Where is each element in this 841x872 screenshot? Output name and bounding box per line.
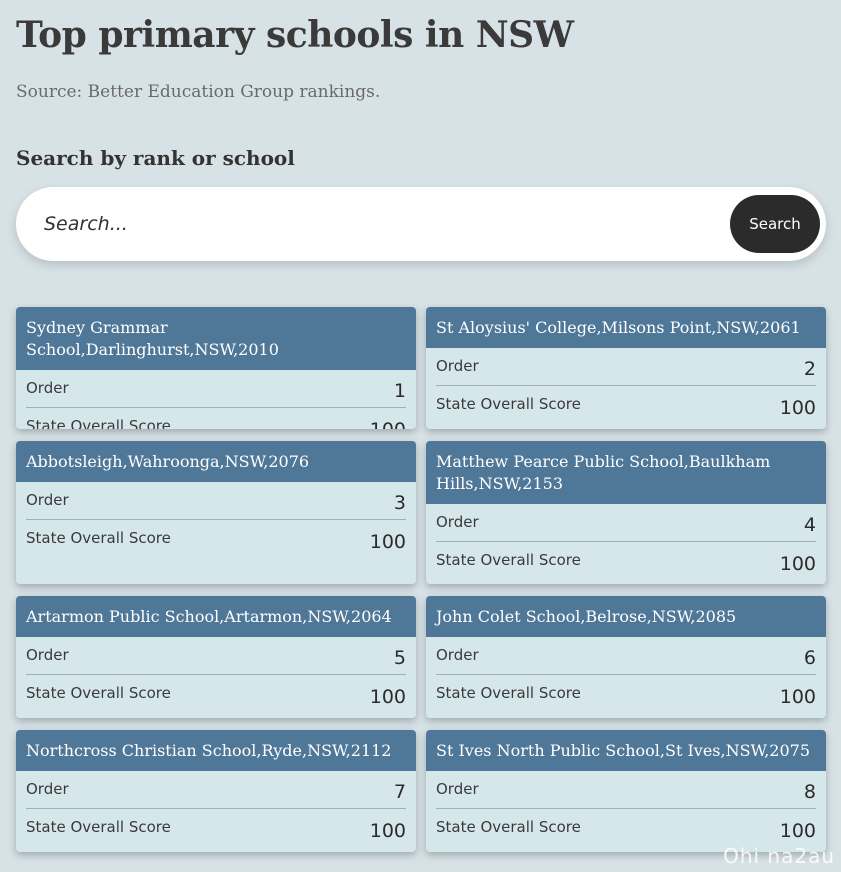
score-row: State Overall Score 100 bbox=[26, 408, 406, 429]
order-label: Order bbox=[436, 513, 479, 531]
order-value: 3 bbox=[393, 492, 406, 514]
school-name: St Ives North Public School,St Ives,NSW,… bbox=[426, 730, 826, 771]
school-name: John Colet School,Belrose,NSW,2085 bbox=[426, 596, 826, 637]
order-value: 5 bbox=[393, 647, 406, 669]
score-row: State Overall Score 100 bbox=[26, 809, 406, 847]
score-value: 100 bbox=[369, 820, 406, 842]
search-heading: Search by rank or school bbox=[16, 146, 295, 170]
score-label: State Overall Score bbox=[436, 551, 581, 569]
score-row: State Overall Score 100 bbox=[26, 520, 406, 558]
page: Top primary schools in NSW Source: Bette… bbox=[0, 0, 841, 867]
score-label: State Overall Score bbox=[436, 818, 581, 836]
search-input[interactable] bbox=[44, 204, 694, 244]
school-card[interactable]: St Ives North Public School,St Ives,NSW,… bbox=[426, 730, 826, 852]
order-row: Order 2 bbox=[436, 348, 816, 386]
school-card[interactable]: Abbotsleigh,Wahroonga,NSW,2076 Order 3 S… bbox=[16, 441, 416, 584]
score-label: State Overall Score bbox=[436, 395, 581, 413]
school-card[interactable]: John Colet School,Belrose,NSW,2085 Order… bbox=[426, 596, 826, 718]
school-card[interactable]: Artarmon Public School,Artarmon,NSW,2064… bbox=[16, 596, 416, 718]
order-row: Order 8 bbox=[436, 771, 816, 809]
order-value: 4 bbox=[803, 514, 816, 536]
order-value: 2 bbox=[803, 358, 816, 380]
source-note: Source: Better Education Group rankings. bbox=[16, 82, 381, 102]
school-name: Sydney Grammar School,Darlinghurst,NSW,2… bbox=[16, 307, 416, 370]
score-label: State Overall Score bbox=[26, 529, 171, 547]
score-value: 100 bbox=[779, 686, 816, 708]
score-value: 100 bbox=[779, 397, 816, 419]
score-value: 100 bbox=[779, 553, 816, 575]
score-row: State Overall Score 100 bbox=[436, 386, 816, 424]
order-label: Order bbox=[26, 780, 69, 798]
school-name: Matthew Pearce Public School,Baulkham Hi… bbox=[426, 441, 826, 504]
score-value: 100 bbox=[369, 686, 406, 708]
search-bar: Search bbox=[16, 187, 826, 261]
order-label: Order bbox=[436, 646, 479, 664]
school-card[interactable]: Northcross Christian School,Ryde,NSW,211… bbox=[16, 730, 416, 852]
score-label: State Overall Score bbox=[26, 684, 171, 702]
order-label: Order bbox=[436, 357, 479, 375]
order-value: 8 bbox=[803, 781, 816, 803]
order-row: Order 6 bbox=[436, 637, 816, 675]
order-value: 6 bbox=[803, 647, 816, 669]
score-row: State Overall Score 100 bbox=[436, 809, 816, 847]
school-card[interactable]: St Aloysius' College,Milsons Point,NSW,2… bbox=[426, 307, 826, 429]
order-row: Order 7 bbox=[26, 771, 406, 809]
school-card[interactable]: Sydney Grammar School,Darlinghurst,NSW,2… bbox=[16, 307, 416, 429]
school-name: Abbotsleigh,Wahroonga,NSW,2076 bbox=[16, 441, 416, 482]
school-name: Artarmon Public School,Artarmon,NSW,2064 bbox=[16, 596, 416, 637]
page-title: Top primary schools in NSW bbox=[16, 14, 574, 56]
order-label: Order bbox=[26, 379, 69, 397]
score-label: State Overall Score bbox=[26, 417, 171, 429]
score-value: 100 bbox=[370, 419, 406, 429]
score-row: State Overall Score 100 bbox=[26, 675, 406, 713]
order-row: Order 3 bbox=[26, 482, 406, 520]
order-value: 7 bbox=[393, 781, 406, 803]
order-value: 1 bbox=[393, 380, 406, 402]
order-label: Order bbox=[26, 491, 69, 509]
score-row: State Overall Score 100 bbox=[436, 675, 816, 713]
score-value: 100 bbox=[779, 820, 816, 842]
watermark: Ohi na2au bbox=[723, 844, 835, 868]
score-value: 100 bbox=[369, 531, 406, 553]
score-label: State Overall Score bbox=[436, 684, 581, 702]
order-row: Order 4 bbox=[436, 504, 816, 542]
school-card[interactable]: Matthew Pearce Public School,Baulkham Hi… bbox=[426, 441, 826, 584]
order-row: Order 1 bbox=[26, 370, 406, 408]
score-label: State Overall Score bbox=[26, 818, 171, 836]
order-label: Order bbox=[26, 646, 69, 664]
order-label: Order bbox=[436, 780, 479, 798]
school-name: Northcross Christian School,Ryde,NSW,211… bbox=[16, 730, 416, 771]
search-button[interactable]: Search bbox=[730, 195, 820, 253]
school-grid: Sydney Grammar School,Darlinghurst,NSW,2… bbox=[16, 307, 826, 867]
school-name: St Aloysius' College,Milsons Point,NSW,2… bbox=[426, 307, 826, 348]
order-row: Order 5 bbox=[26, 637, 406, 675]
score-row: State Overall Score 100 bbox=[436, 542, 816, 580]
